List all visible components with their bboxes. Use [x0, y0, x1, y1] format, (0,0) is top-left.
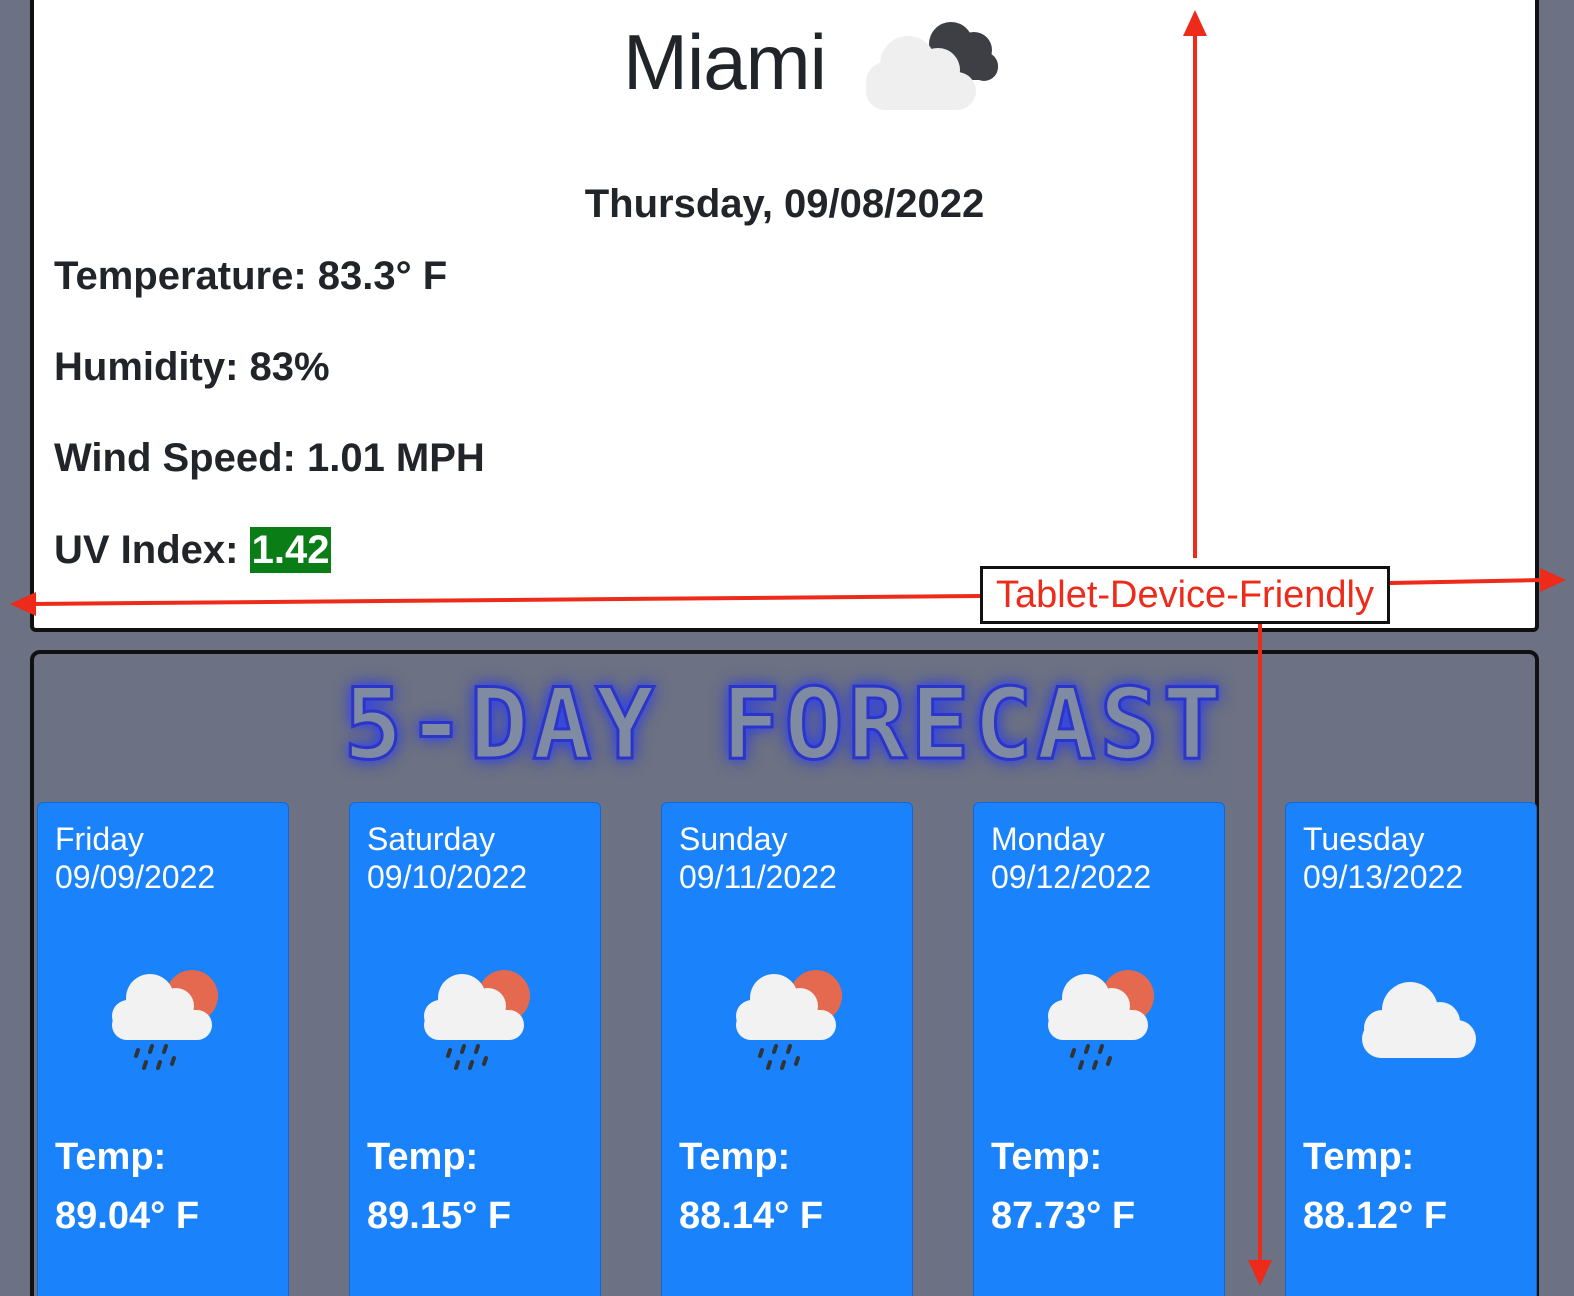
rain-sun-icon: [424, 970, 530, 1070]
rain-sun-icon: [1048, 970, 1154, 1070]
forecast-temp: 89.15° F: [367, 1195, 512, 1237]
arrow-right-icon: [1540, 568, 1566, 592]
forecast-temp: 89.04° F: [55, 1195, 200, 1237]
forecast-temp: 88.12° F: [1303, 1195, 1448, 1237]
city-header: Miami: [34, 12, 1535, 112]
temperature-text: Temperature: 83.3° F: [54, 254, 448, 298]
annotation-label: Tablet-Device-Friendly: [980, 566, 1390, 624]
page: Miami Thursday, 09/08/2022 Temperature: …: [0, 0, 1574, 1296]
forecast-card: Friday 09/09/2022 Temp: 89.04° F: [37, 802, 289, 1296]
forecast-date: 09/13/2022: [1303, 859, 1464, 895]
uv-index-badge: 1.42: [249, 527, 332, 573]
forecast-card: Saturday 09/10/2022 Temp: 89.15° F: [349, 802, 601, 1296]
forecast-temp: 87.73° F: [991, 1195, 1136, 1237]
forecast-temp-label: Temp:: [1303, 1136, 1415, 1178]
wind-speed-text: Wind Speed: 1.01 MPH: [54, 436, 485, 480]
cloud-icon: [1362, 982, 1476, 1058]
forecast-date: 09/10/2022: [367, 859, 528, 895]
forecast-temp-label: Temp:: [991, 1136, 1103, 1178]
rain-sun-icon: [112, 970, 218, 1070]
forecast-date: 09/09/2022: [55, 859, 216, 895]
forecast-day: Saturday: [367, 821, 496, 857]
forecast-day: Sunday: [679, 821, 788, 857]
forecast-temp-label: Temp:: [679, 1136, 791, 1178]
uv-index-label: UV Index:: [54, 528, 250, 572]
uv-index: UV Index: 1.42: [54, 527, 332, 573]
forecast-title: 5-DAY FORECAST: [342, 667, 1226, 784]
forecast-panel: 5-DAY FORECAST Friday 09/09/2022 Temp: 8…: [30, 650, 1539, 1296]
cloudy-icon: [866, 22, 998, 110]
forecast-card: Tuesday 09/13/2022 Temp: 88.12° F: [1285, 802, 1537, 1296]
forecast-temp-label: Temp:: [55, 1136, 167, 1178]
forecast-card: Monday 09/12/2022 Temp: 87.73° F: [973, 802, 1225, 1296]
city-name: Miami: [623, 17, 827, 106]
forecast-day: Friday: [55, 821, 144, 857]
rain-sun-icon: [736, 970, 842, 1070]
forecast-day: Tuesday: [1303, 821, 1425, 857]
current-date: Thursday, 09/08/2022: [584, 182, 985, 226]
forecast-temp: 88.14° F: [679, 1195, 824, 1237]
forecast-date: 09/12/2022: [991, 859, 1152, 895]
forecast-date: 09/11/2022: [679, 859, 837, 895]
forecast-day: Monday: [991, 821, 1105, 857]
forecast-temp-label: Temp:: [367, 1136, 479, 1178]
humidity-text: Humidity: 83%: [54, 345, 330, 389]
current-weather-card: Miami Thursday, 09/08/2022 Temperature: …: [30, 0, 1539, 632]
forecast-cards: Friday 09/09/2022 Temp: 89.04° F Saturda…: [37, 802, 1537, 1296]
forecast-card: Sunday 09/11/2022 Temp: 88.14° F: [661, 802, 913, 1296]
